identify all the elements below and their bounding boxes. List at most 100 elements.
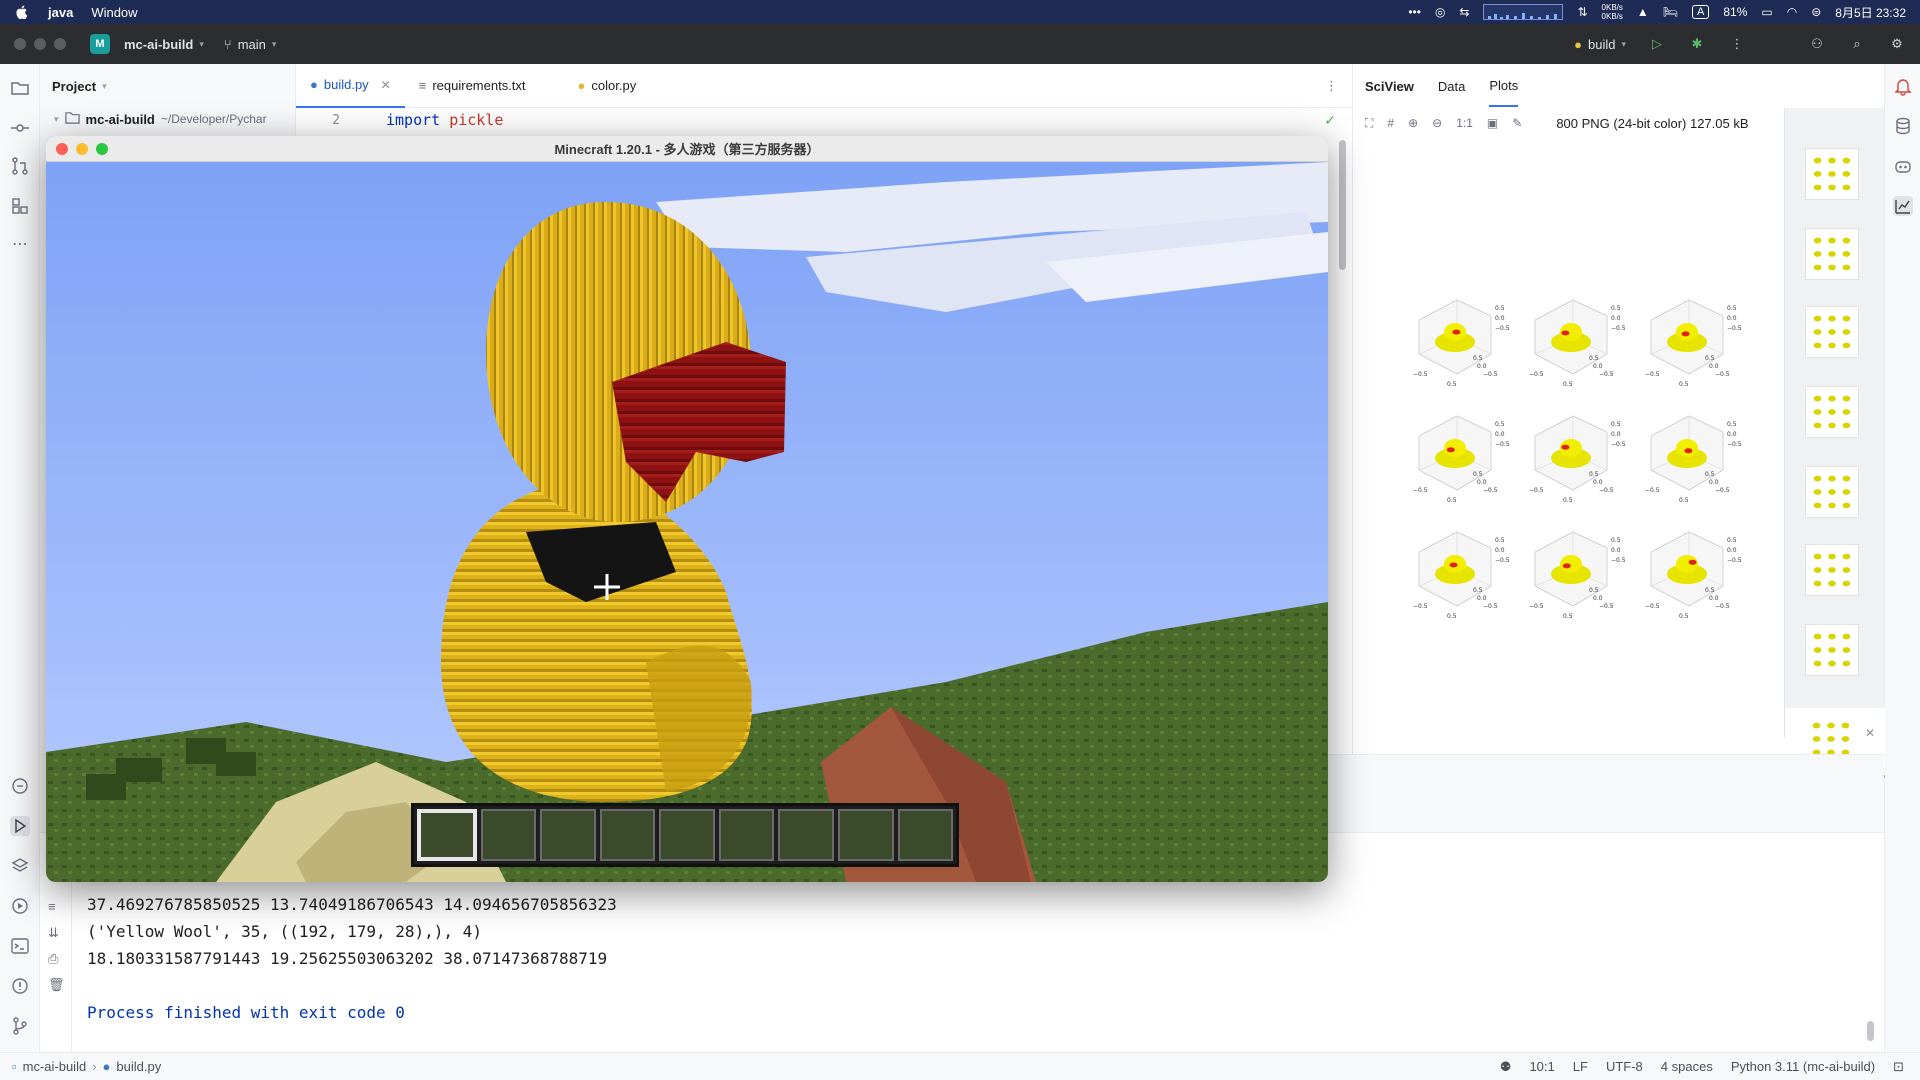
background-icon[interactable]: ▣	[1487, 116, 1498, 130]
plot-thumbnail[interactable]	[1805, 466, 1859, 518]
run-tool-icon[interactable]	[10, 816, 30, 836]
minimize-window-button[interactable]	[76, 142, 88, 155]
plot-grid[interactable]: 0.5 0.0 −0.5 0.5 0.0 −0.5 −0.5 0.5 0.5 0.0 −0.5 0.5…	[1411, 290, 1761, 620]
breadcrumb-file[interactable]: build.py	[116, 1059, 161, 1074]
control-center-icon[interactable]: ⊜	[1811, 5, 1821, 19]
hotbar-slot[interactable]	[480, 809, 537, 861]
battery-percent[interactable]: 81%	[1723, 5, 1747, 19]
services-icon[interactable]	[10, 896, 30, 916]
run-icon[interactable]: ▷	[1648, 35, 1666, 53]
more-horizontal-icon[interactable]: ⋯	[10, 234, 30, 254]
close-window-button[interactable]	[14, 38, 26, 50]
tab-data[interactable]: Data	[1438, 79, 1465, 94]
bed-icon[interactable]: 🛏	[1663, 5, 1678, 19]
minimize-window-button[interactable]	[34, 38, 46, 50]
run-config-selector[interactable]: ● build ▾	[1574, 37, 1626, 52]
scroll-to-end-icon[interactable]: ⇊	[48, 925, 64, 941]
copilot-icon[interactable]	[1893, 156, 1913, 176]
pull-request-icon[interactable]	[10, 156, 30, 176]
hotbar-slot[interactable]	[778, 809, 834, 861]
search-icon[interactable]: ⌕	[1848, 35, 1866, 53]
structure-icon[interactable]	[10, 196, 30, 216]
tab-color-py[interactable]: ● color.py	[564, 64, 651, 108]
network-speed[interactable]: 0KB/s 0KB/s	[1602, 3, 1623, 21]
hotbar-slot[interactable]	[718, 809, 775, 861]
commit-icon[interactable]	[10, 118, 30, 138]
clock[interactable]: 8月5日 23:32	[1835, 4, 1906, 21]
zoom-window-button[interactable]	[96, 142, 108, 155]
more-icon[interactable]: •••	[1408, 5, 1421, 19]
zoom-out-icon[interactable]: ⊖	[1432, 116, 1442, 130]
gear-icon[interactable]: ⚙	[1888, 35, 1906, 53]
notifications-icon[interactable]	[1893, 76, 1913, 96]
hotbar-slot[interactable]	[659, 809, 715, 861]
project-panel-header[interactable]: Project ▾	[40, 64, 295, 108]
menu-window[interactable]: Window	[91, 5, 137, 20]
copilot-status-icon[interactable]: ⚉	[1500, 1059, 1512, 1075]
tab-build-py[interactable]: ● build.py ✕	[296, 64, 405, 108]
swap-icon[interactable]: ⇅	[1577, 5, 1587, 19]
inspection-ok-icon[interactable]: ✓	[1324, 112, 1336, 129]
hotbar[interactable]	[411, 803, 959, 867]
debug-icon[interactable]: ✱	[1688, 35, 1706, 53]
minecraft-scene[interactable]	[46, 162, 1328, 882]
cloud-sync-icon[interactable]: ◎	[1435, 5, 1445, 19]
python-interpreter[interactable]: Python 3.11 (mc-ai-build)	[1731, 1059, 1875, 1074]
file-encoding[interactable]: UTF-8	[1606, 1059, 1643, 1074]
hotbar-slot[interactable]	[599, 809, 656, 861]
plot-thumbnail[interactable]	[1805, 148, 1859, 200]
plot-thumbnail[interactable]	[1805, 386, 1859, 438]
project-root-row[interactable]: ▾ mc-ai-build ~/Developer/Pychar	[40, 108, 295, 130]
color-picker-icon[interactable]: ✎	[1512, 116, 1522, 130]
hotbar-slot[interactable]	[540, 809, 596, 861]
actual-size-button[interactable]: 1:1	[1456, 116, 1473, 130]
apple-icon[interactable]	[14, 4, 30, 20]
wifi-icon[interactable]: ◠	[1787, 5, 1797, 19]
close-icon[interactable]: ✕	[381, 78, 391, 92]
python-console-icon[interactable]	[10, 776, 30, 796]
menu-app-java[interactable]: java	[48, 5, 73, 20]
minecraft-window[interactable]: Minecraft 1.20.1 - 多人游戏（第三方服务器）	[46, 136, 1328, 882]
plot-thumbnail[interactable]	[1805, 544, 1859, 596]
zoom-window-button[interactable]	[54, 38, 66, 50]
minecraft-titlebar[interactable]: Minecraft 1.20.1 - 多人游戏（第三方服务器）	[46, 136, 1328, 162]
hotbar-slot[interactable]	[417, 809, 477, 861]
more-vertical-icon[interactable]: ⋮	[1728, 35, 1746, 53]
editor-scrollbar[interactable]	[1339, 140, 1346, 270]
plot-thumbnail[interactable]	[1805, 306, 1859, 358]
plot-thumbnail[interactable]	[1805, 228, 1859, 280]
lock-icon[interactable]: ⊡	[1893, 1059, 1904, 1075]
git-icon[interactable]	[10, 1016, 30, 1036]
sciview-icon[interactable]	[1893, 196, 1913, 216]
hotbar-slot[interactable]	[897, 809, 954, 861]
line-separator[interactable]: LF	[1573, 1059, 1588, 1074]
problems-icon[interactable]	[10, 976, 30, 996]
cursor-position[interactable]: 10:1	[1529, 1059, 1554, 1074]
tab-requirements-txt[interactable]: ≡ requirements.txt	[405, 64, 540, 108]
app-icon[interactable]: ▲	[1637, 5, 1649, 19]
tab-plots[interactable]: Plots	[1489, 66, 1519, 107]
folder-icon[interactable]	[10, 78, 30, 98]
print-icon[interactable]: ⎙	[48, 951, 64, 967]
indent-setting[interactable]: 4 spaces	[1661, 1059, 1713, 1074]
hotbar-slot[interactable]	[837, 809, 894, 861]
database-icon[interactable]	[1893, 116, 1913, 136]
project-selector[interactable]: M mc-ai-build ▾	[90, 34, 204, 54]
battery-icon[interactable]: ▭	[1761, 5, 1772, 19]
more-vertical-icon[interactable]: ⋮	[1325, 78, 1338, 94]
mirror-icon[interactable]: ⇆	[1459, 5, 1469, 19]
trash-icon[interactable]: 🗑	[48, 977, 65, 993]
input-method[interactable]: A	[1692, 5, 1710, 19]
fit-icon[interactable]: ⛶	[1365, 116, 1373, 131]
soft-wrap-icon[interactable]: ≡	[48, 899, 64, 915]
close-window-button[interactable]	[56, 142, 68, 155]
console-scrollbar[interactable]	[1867, 1021, 1874, 1041]
breadcrumb-project[interactable]: mc-ai-build	[23, 1059, 87, 1074]
grid-icon[interactable]: #	[1387, 116, 1394, 130]
plot-thumbnail[interactable]	[1805, 624, 1859, 676]
cpu-graph[interactable]	[1483, 4, 1564, 20]
add-user-icon[interactable]: ⚇	[1808, 35, 1826, 53]
layers-icon[interactable]	[10, 856, 30, 876]
branch-selector[interactable]: ⑂ main ▾	[224, 37, 277, 52]
terminal-icon[interactable]	[10, 936, 30, 956]
